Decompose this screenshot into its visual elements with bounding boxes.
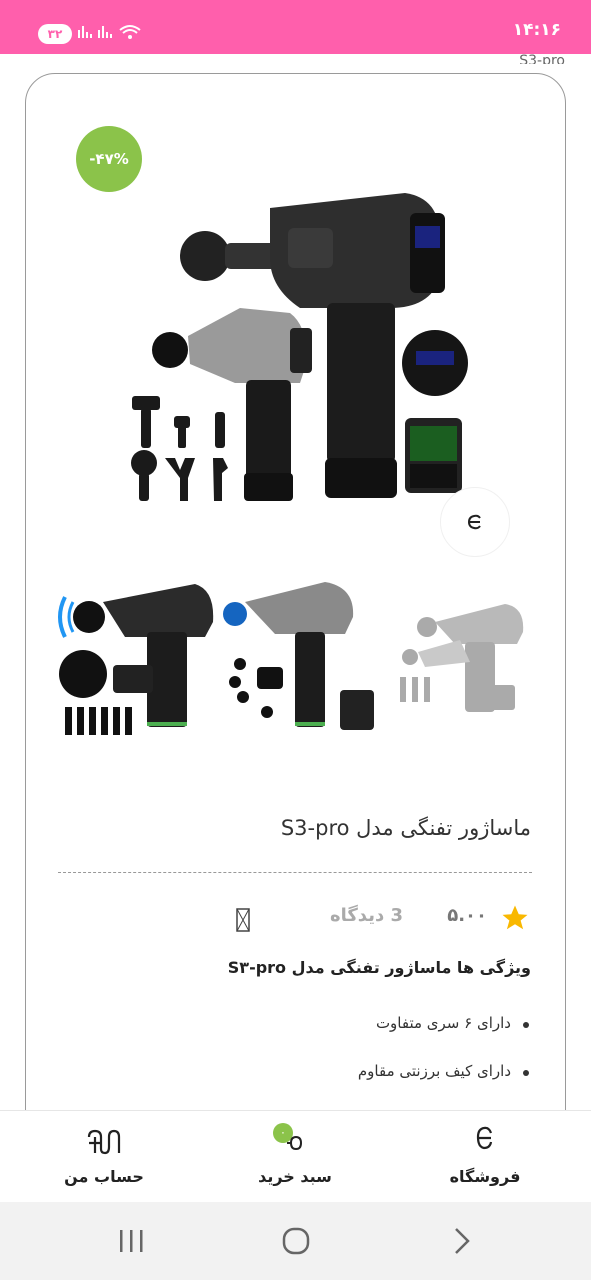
recent-apps-icon[interactable] xyxy=(118,1226,146,1256)
thumbnail-3[interactable] xyxy=(385,572,550,742)
nav-account-label: حساب من xyxy=(64,1167,144,1186)
rating-row: ۵.۰۰ 3 دیدگاه xyxy=(61,900,531,936)
nav-shop-label: فروشگاه xyxy=(449,1167,521,1186)
star-icon xyxy=(502,905,528,930)
thumbnail-1[interactable] xyxy=(55,572,220,742)
thumbnail-2[interactable] xyxy=(215,572,380,742)
nav-cart-label: سبد خرید xyxy=(258,1167,332,1186)
zoom-button[interactable] xyxy=(440,487,510,557)
status-time: ۱۴:۱۶ xyxy=(512,20,561,40)
signal-wifi-icons xyxy=(78,25,141,39)
system-navigation-bar xyxy=(0,1202,591,1280)
partial-previous-text: S3-pro xyxy=(519,53,565,64)
title-divider xyxy=(58,872,532,873)
features-heading: ویژگی ها ماساژور تفنگی مدل S۳-pro xyxy=(227,958,531,977)
nav-account[interactable]: حساب من xyxy=(34,1111,174,1203)
feature-item: دارای کیف برزنتی مقاوم xyxy=(358,1062,531,1110)
zoom-icon xyxy=(467,514,481,530)
status-bar: ۳۲ ۱۴:۱۶ xyxy=(0,0,591,54)
back-icon[interactable] xyxy=(452,1226,472,1256)
product-title: ماساژور تفنگی مدل S3-pro xyxy=(280,816,531,840)
home-icon[interactable] xyxy=(281,1226,311,1256)
product-main-image[interactable] xyxy=(110,168,510,518)
bookmark-icon[interactable] xyxy=(236,908,250,932)
nav-shop[interactable]: فروشگاه xyxy=(415,1111,555,1203)
cart-icon xyxy=(287,1135,303,1151)
notification-count-badge: ۳۲ xyxy=(38,24,72,44)
nav-cart[interactable]: ۰ سبد خرید xyxy=(225,1111,365,1203)
bottom-navigation: فروشگاه ۰ سبد خرید حساب من xyxy=(0,1110,591,1203)
shop-icon xyxy=(476,1126,493,1150)
features-list: دارای ۶ سری متفاوت دارای کیف برزنتی مقاو… xyxy=(358,1014,531,1110)
account-icon xyxy=(87,1129,121,1155)
rating-score: ۵.۰۰ xyxy=(447,905,487,926)
review-count-link[interactable]: 3 دیدگاه xyxy=(330,905,403,926)
feature-item: دارای ۶ سری متفاوت xyxy=(358,1014,531,1062)
